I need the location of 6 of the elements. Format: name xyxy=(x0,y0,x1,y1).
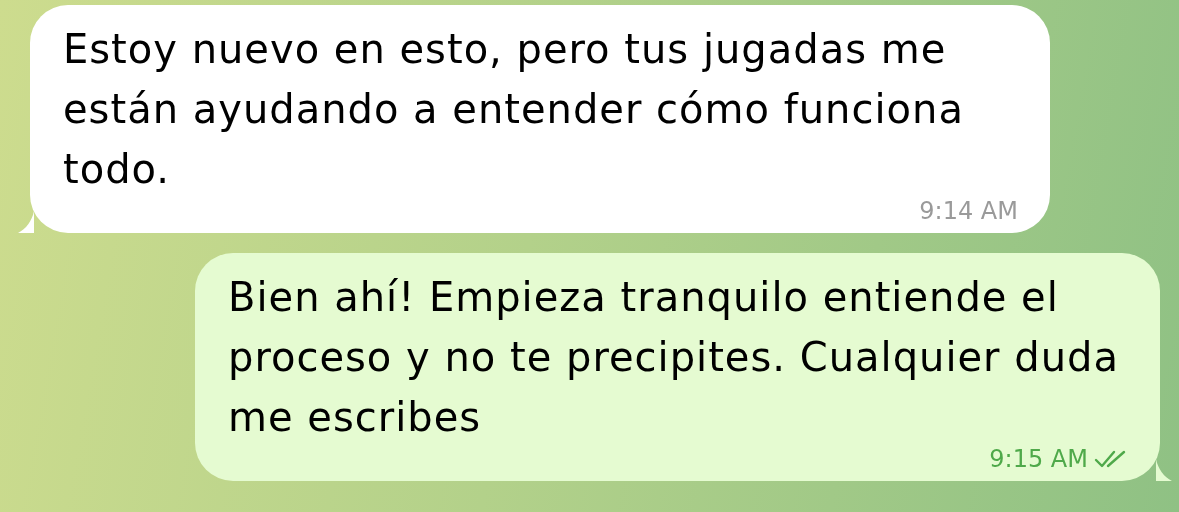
bubble-tail xyxy=(18,211,34,233)
message-text: Bien ahí! Empieza tranquilo entiende el proceso y no te precipites. Cualquier duda me escribes xyxy=(228,273,1120,442)
message-time: 9:14 AM xyxy=(919,197,1018,225)
message-text: Estoy nuevo en esto, pero tus jugadas me están ayudando a entender cómo funciona todo. xyxy=(63,25,965,194)
bubble-tail xyxy=(1156,459,1172,481)
message-time: 9:15 AM xyxy=(989,445,1088,473)
